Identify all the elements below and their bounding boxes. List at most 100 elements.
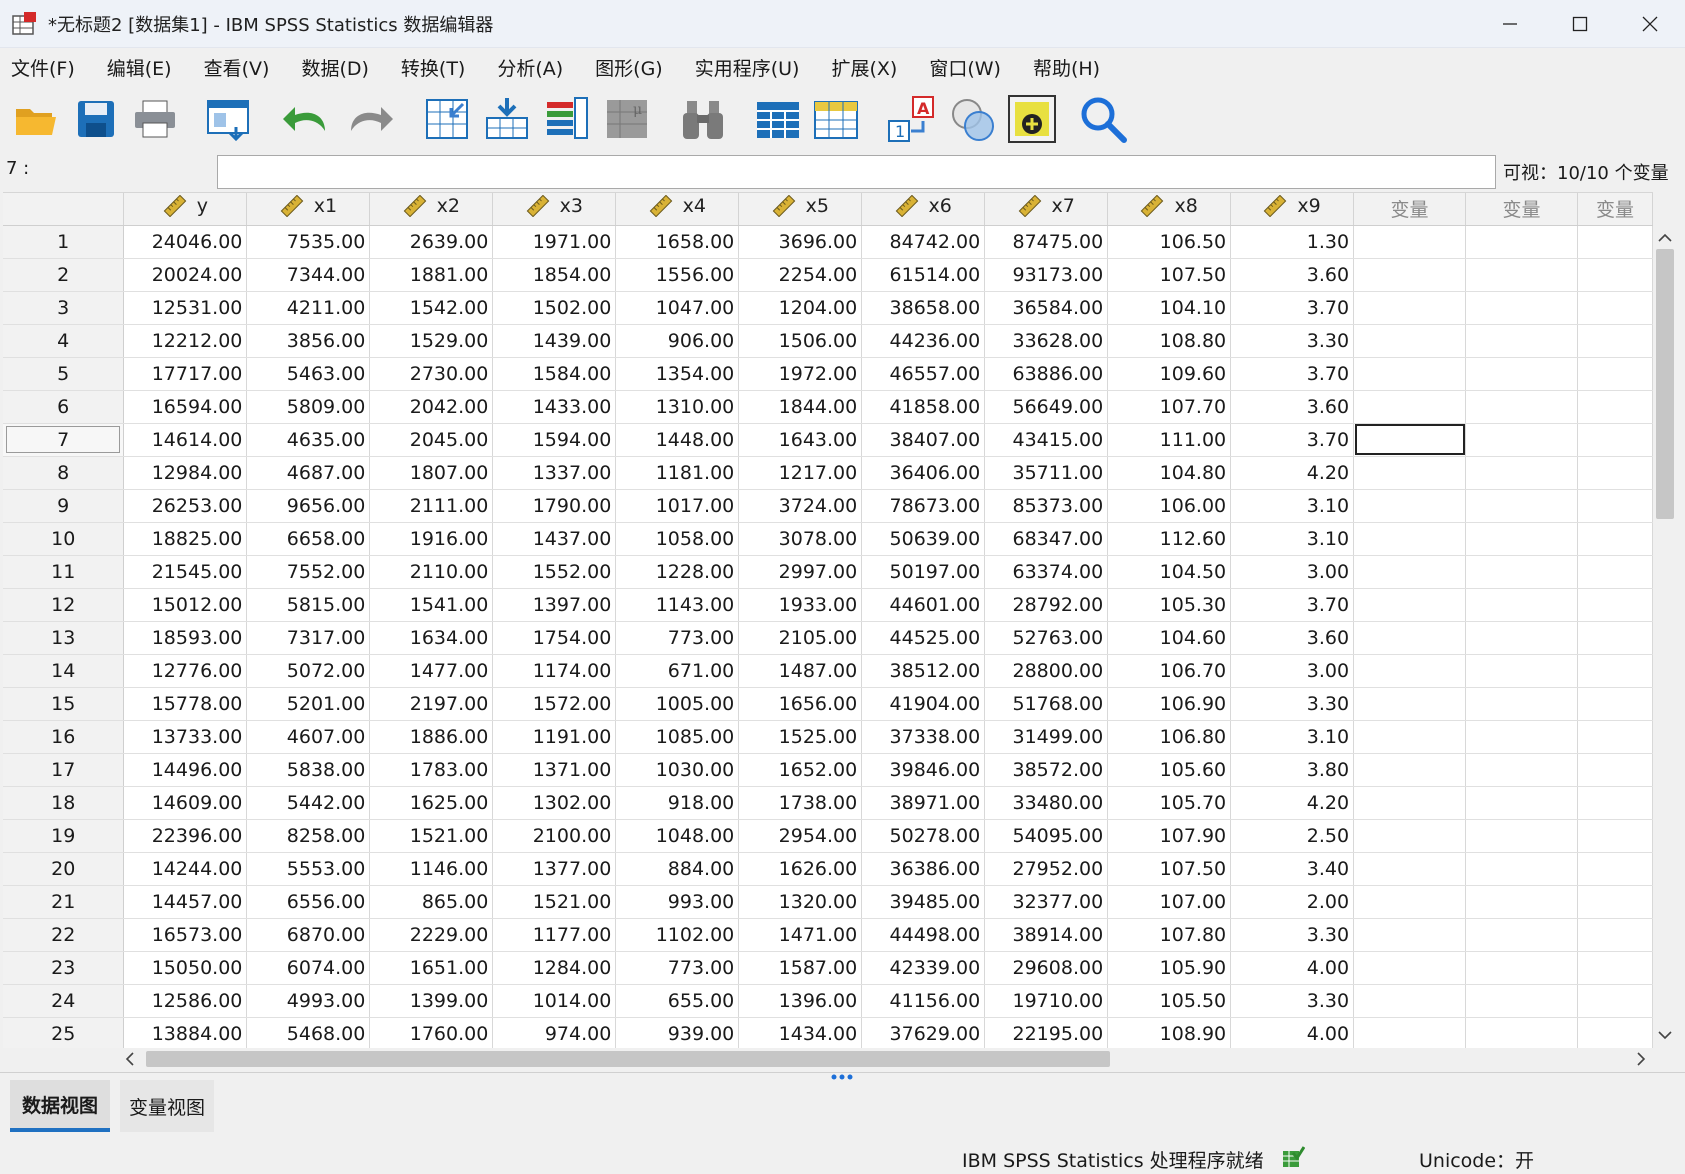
column-header[interactable]: x1 (246, 193, 371, 226)
data-cell[interactable]: 939.00 (615, 1017, 740, 1048)
data-cell[interactable]: 1506.00 (738, 324, 863, 358)
data-cell[interactable]: 3.80 (1230, 753, 1355, 787)
data-cell[interactable]: 12586.00 (123, 984, 248, 1018)
empty-cell[interactable] (1577, 951, 1653, 985)
data-cell[interactable]: 1658.00 (615, 225, 740, 259)
data-cell[interactable]: 43415.00 (984, 423, 1109, 457)
row-number[interactable]: 10 (3, 522, 125, 556)
empty-variable-header[interactable]: 变量 (1465, 193, 1578, 226)
goto-variable-button[interactable] (482, 92, 532, 146)
data-cell[interactable]: 37338.00 (861, 720, 986, 754)
data-cell[interactable]: 2105.00 (738, 621, 863, 655)
data-cell[interactable]: 12776.00 (123, 654, 248, 688)
empty-cell[interactable] (1577, 852, 1653, 886)
empty-cell[interactable] (1577, 720, 1653, 754)
scroll-left-icon[interactable] (120, 1048, 140, 1070)
data-cell[interactable]: 1377.00 (492, 852, 617, 886)
empty-cell[interactable] (1465, 456, 1578, 490)
data-cell[interactable]: 1433.00 (492, 390, 617, 424)
data-cell[interactable]: 1477.00 (369, 654, 494, 688)
data-cell[interactable]: 1651.00 (369, 951, 494, 985)
data-cell[interactable]: 5463.00 (246, 357, 371, 391)
data-cell[interactable]: 32377.00 (984, 885, 1109, 919)
data-cell[interactable]: 106.90 (1107, 687, 1232, 721)
data-cell[interactable]: 12984.00 (123, 456, 248, 490)
empty-cell[interactable] (1353, 390, 1466, 424)
goto-case-button[interactable] (422, 92, 472, 146)
data-cell[interactable]: 15778.00 (123, 687, 248, 721)
row-number[interactable]: 14 (3, 654, 125, 688)
empty-cell[interactable] (1577, 423, 1653, 457)
empty-cell[interactable] (1353, 522, 1466, 556)
data-cell[interactable]: 1487.00 (738, 654, 863, 688)
data-cell[interactable]: 51768.00 (984, 687, 1109, 721)
data-cell[interactable]: 1854.00 (492, 258, 617, 292)
menu-item[interactable]: 编辑(E) (107, 54, 172, 81)
data-cell[interactable]: 3.30 (1230, 687, 1355, 721)
empty-cell[interactable] (1465, 687, 1578, 721)
column-header[interactable]: x6 (861, 193, 986, 226)
empty-cell[interactable] (1353, 588, 1466, 622)
vertical-scrollbar[interactable] (1653, 225, 1677, 1048)
data-cell[interactable]: 1754.00 (492, 621, 617, 655)
data-cell[interactable]: 2045.00 (369, 423, 494, 457)
row-number[interactable]: 3 (3, 291, 125, 325)
empty-cell[interactable] (1353, 654, 1466, 688)
data-cell[interactable]: 1437.00 (492, 522, 617, 556)
data-cell[interactable]: 5838.00 (246, 753, 371, 787)
data-cell[interactable]: 5442.00 (246, 786, 371, 820)
data-cell[interactable]: 14496.00 (123, 753, 248, 787)
data-cell[interactable]: 3.30 (1230, 918, 1355, 952)
data-cell[interactable]: 1014.00 (492, 984, 617, 1018)
tab-variable-view[interactable]: 变量视图 (120, 1080, 214, 1132)
data-cell[interactable]: 1284.00 (492, 951, 617, 985)
data-cell[interactable]: 44601.00 (861, 588, 986, 622)
row-number[interactable]: 19 (3, 819, 125, 853)
empty-cell[interactable] (1465, 555, 1578, 589)
tab-data-view[interactable]: 数据视图 (10, 1080, 110, 1132)
empty-variable-header[interactable]: 变量 (1353, 193, 1466, 226)
row-number[interactable]: 17 (3, 753, 125, 787)
column-header[interactable]: x9 (1230, 193, 1355, 226)
data-cell[interactable]: 1434.00 (738, 1017, 863, 1048)
scroll-down-icon[interactable] (1653, 1026, 1677, 1046)
empty-cell[interactable] (1577, 489, 1653, 523)
data-cell[interactable]: 773.00 (615, 621, 740, 655)
empty-cell[interactable] (1577, 390, 1653, 424)
data-cell[interactable]: 54095.00 (984, 819, 1109, 853)
data-cell[interactable]: 109.60 (1107, 357, 1232, 391)
data-cell[interactable]: 2.50 (1230, 819, 1355, 853)
data-cell[interactable]: 28792.00 (984, 588, 1109, 622)
empty-cell[interactable] (1465, 621, 1578, 655)
data-cell[interactable]: 3.00 (1230, 555, 1355, 589)
data-cell[interactable]: 105.90 (1107, 951, 1232, 985)
empty-cell[interactable] (1353, 786, 1466, 820)
data-cell[interactable]: 1204.00 (738, 291, 863, 325)
data-cell[interactable]: 1529.00 (369, 324, 494, 358)
grid-corner[interactable] (3, 193, 125, 226)
data-cell[interactable]: 1916.00 (369, 522, 494, 556)
data-cell[interactable]: 2954.00 (738, 819, 863, 853)
data-cell[interactable]: 3.30 (1230, 984, 1355, 1018)
data-cell[interactable]: 107.50 (1107, 258, 1232, 292)
empty-cell[interactable] (1465, 852, 1578, 886)
data-cell[interactable]: 1048.00 (615, 819, 740, 853)
data-cell[interactable]: 1971.00 (492, 225, 617, 259)
empty-cell[interactable] (1465, 324, 1578, 358)
data-cell[interactable]: 16594.00 (123, 390, 248, 424)
data-cell[interactable]: 1320.00 (738, 885, 863, 919)
print-button[interactable] (130, 92, 180, 146)
data-cell[interactable]: 2111.00 (369, 489, 494, 523)
empty-cell[interactable] (1353, 918, 1466, 952)
data-cell[interactable]: 26253.00 (123, 489, 248, 523)
data-cell[interactable]: 107.80 (1107, 918, 1232, 952)
data-cell[interactable]: 1760.00 (369, 1017, 494, 1048)
data-cell[interactable]: 44236.00 (861, 324, 986, 358)
data-cell[interactable]: 2100.00 (492, 819, 617, 853)
menu-item[interactable]: 转换(T) (401, 54, 465, 81)
data-cell[interactable]: 6556.00 (246, 885, 371, 919)
horizontal-scrollbar[interactable] (118, 1048, 1653, 1070)
empty-cell[interactable] (1353, 555, 1466, 589)
horizontal-scroll-thumb[interactable] (146, 1051, 1110, 1067)
data-cell[interactable]: 1371.00 (492, 753, 617, 787)
